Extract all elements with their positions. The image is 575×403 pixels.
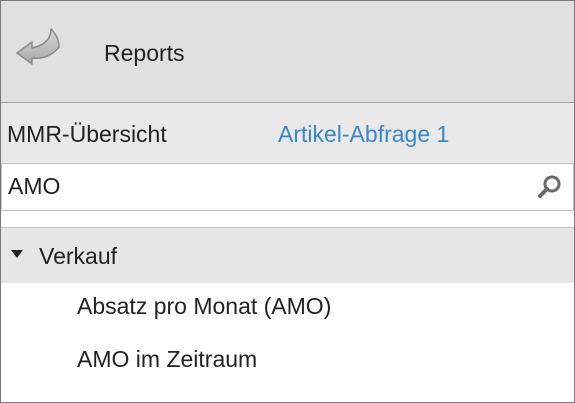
panel-header: Reports [1,1,574,103]
caret-down-icon[interactable] [11,250,23,258]
tab-mmr-uebersicht[interactable]: MMR-Übersicht [7,119,167,149]
back-arrow-icon [16,28,60,65]
tab-artikel-abfrage-1[interactable]: Artikel-Abfrage 1 [278,119,449,149]
tab-bar: MMR-Übersicht Artikel-Abfrage 1 [1,103,574,163]
tree-item-absatz-pro-monat[interactable]: Absatz pro Monat (AMO) [77,291,331,321]
spacer [1,211,574,227]
page-title: Reports [104,40,185,66]
search-field [1,163,574,211]
tree-group-label: Verkauf [39,243,117,269]
search-icon[interactable] [537,174,563,200]
tree-item-amo-im-zeitraum[interactable]: AMO im Zeitraum [77,344,257,374]
tree-group-verkauf[interactable]: Verkauf [1,228,574,283]
reports-panel: Reports MMR-Übersicht Artikel-Abfrage 1 … [0,0,575,403]
search-input[interactable] [8,171,528,201]
back-button[interactable] [15,26,63,72]
report-tree: Verkauf Absatz pro Monat (AMO) AMO im Ze… [1,227,574,402]
